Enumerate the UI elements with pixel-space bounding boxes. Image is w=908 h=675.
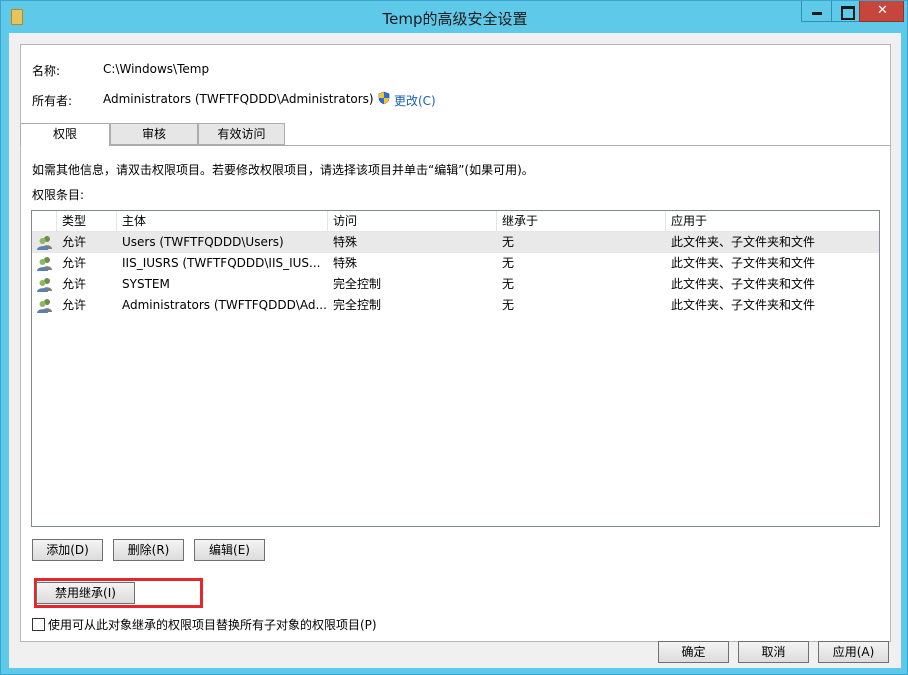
row-type: 允许 (62, 277, 87, 291)
remove-button[interactable]: 删除(R) (113, 539, 184, 561)
minimize-button[interactable] (801, 1, 832, 22)
change-owner-link[interactable]: 更改(C) (394, 92, 436, 109)
column-header-icon[interactable] (32, 211, 57, 232)
row-applies-to: 此文件夹、子文件夹和文件 (671, 298, 816, 312)
row-principal: IIS_IUSRS (TWFTFQDDD\IIS_IUS... (122, 256, 321, 270)
column-header-inherited-from[interactable]: 继承于 (497, 211, 666, 232)
tab-effective-access[interactable]: 有效访问 (198, 123, 285, 145)
row-applies-to: 此文件夹、子文件夹和文件 (671, 256, 816, 270)
apply-button[interactable]: 应用(A) (818, 641, 889, 663)
edit-button[interactable]: 编辑(E) (194, 539, 265, 561)
window-title: Temp的高级安全设置 (382, 10, 528, 28)
users-icon (37, 299, 52, 313)
users-icon (37, 257, 52, 271)
replace-child-permissions-checkbox[interactable] (32, 618, 45, 631)
dialog-client: 名称: C:\Windows\Temp 所有者: Administrators … (9, 33, 901, 668)
tab-divider (21, 145, 890, 146)
name-label: 名称: (32, 64, 61, 78)
tab-label: 审核 (141, 127, 166, 141)
users-icon (37, 278, 52, 292)
row-inherited-from: 无 (502, 298, 515, 312)
tab-permissions[interactable]: 权限 (20, 123, 110, 146)
disable-inheritance-button[interactable]: 禁用继承(I) (36, 582, 135, 604)
tab-label: 有效访问 (217, 127, 266, 141)
row-access: 完全控制 (333, 298, 382, 312)
table-row[interactable]: 允许 IIS_IUSRS (TWFTFQDDD\IIS_IUS... 特殊 无 … (32, 253, 879, 274)
row-type: 允许 (62, 235, 87, 249)
maximize-button[interactable] (831, 1, 860, 22)
add-button[interactable]: 添加(D) (32, 539, 103, 561)
owner-label: 所有者: (32, 94, 73, 108)
row-principal: Administrators (TWFTFQDDD\Ad... (122, 298, 327, 312)
advanced-security-window: Temp的高级安全设置 名称: C:\Windows\Temp 所有者: Adm… (0, 0, 908, 675)
row-type: 允许 (62, 256, 87, 270)
row-access: 特殊 (333, 256, 358, 270)
table-row[interactable]: 允许 SYSTEM 完全控制 无 此文件夹、子文件夹和文件 (32, 274, 879, 295)
uac-shield-icon (378, 91, 390, 105)
permission-entries-list[interactable]: 类型 主体 访问 继承于 应用于 允许 Users (TWFTFQDDD\Use… (31, 210, 880, 527)
table-row[interactable]: 允许 Users (TWFTFQDDD\Users) 特殊 无 此文件夹、子文件… (32, 232, 879, 253)
column-header-type[interactable]: 类型 (57, 211, 117, 232)
permission-entries-label: 权限条目: (32, 188, 85, 202)
column-header-principal[interactable]: 主体 (117, 211, 328, 232)
row-inherited-from: 无 (502, 235, 515, 249)
row-access: 完全控制 (333, 277, 382, 291)
row-inherited-from: 无 (502, 256, 515, 270)
tab-label: 权限 (52, 127, 77, 141)
table-row[interactable]: 允许 Administrators (TWFTFQDDD\Ad... 完全控制 … (32, 295, 879, 316)
row-inherited-from: 无 (502, 277, 515, 291)
row-access: 特殊 (333, 235, 358, 249)
row-principal: Users (TWFTFQDDD\Users) (122, 235, 284, 249)
row-applies-to: 此文件夹、子文件夹和文件 (671, 235, 816, 249)
column-header-access[interactable]: 访问 (328, 211, 497, 232)
cancel-button[interactable]: 取消 (738, 641, 809, 663)
row-applies-to: 此文件夹、子文件夹和文件 (671, 277, 816, 291)
owner-value: Administrators (TWFTFQDDD\Administrators… (103, 92, 374, 106)
replace-child-permissions-label: 使用可从此对象继承的权限项目替换所有子对象的权限项目(P) (48, 618, 377, 632)
title-bar[interactable]: Temp的高级安全设置 (1, 1, 908, 33)
permissions-hint: 如需其他信息，请双击权限项目。若要修改权限项目，请选择该项目并单击“编辑”(如果… (32, 163, 534, 177)
row-principal: SYSTEM (122, 277, 170, 291)
tab-auditing[interactable]: 审核 (110, 123, 198, 145)
settings-panel: 名称: C:\Windows\Temp 所有者: Administrators … (20, 44, 891, 642)
close-button[interactable] (859, 1, 905, 22)
list-header: 类型 主体 访问 继承于 应用于 (32, 211, 879, 232)
users-icon (37, 236, 52, 250)
ok-button[interactable]: 确定 (658, 641, 729, 663)
row-type: 允许 (62, 298, 87, 312)
column-header-applies-to[interactable]: 应用于 (666, 211, 879, 232)
name-value: C:\Windows\Temp (103, 62, 210, 76)
